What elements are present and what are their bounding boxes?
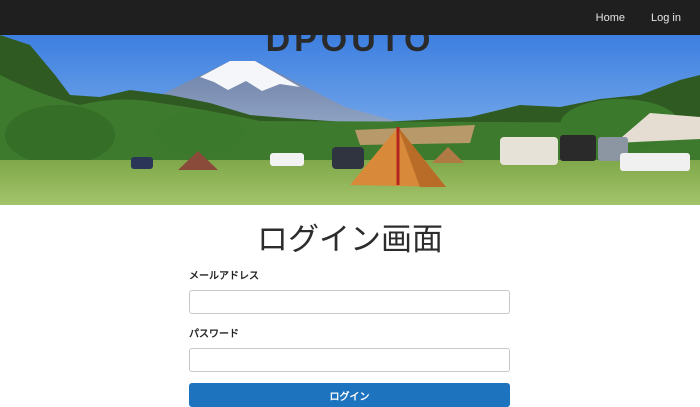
page-title: ログイン画面 — [257, 222, 443, 258]
password-field[interactable] — [189, 348, 510, 372]
login-button[interactable]: ログイン — [189, 383, 510, 407]
email-field[interactable] — [189, 290, 510, 314]
password-label: パスワード — [189, 329, 239, 340]
nav-login-link[interactable]: Log in — [651, 12, 681, 24]
hero-banner: DPOUTO — [0, 35, 700, 205]
login-form: メールアドレス パスワード ログイン — [189, 268, 510, 407]
hero-brand-text: DPOUTO — [265, 35, 435, 59]
top-navbar: Home Log in — [0, 0, 700, 35]
hero-campsite-image — [0, 35, 700, 205]
email-label: メールアドレス — [189, 271, 259, 282]
nav-home-link[interactable]: Home — [596, 12, 625, 24]
